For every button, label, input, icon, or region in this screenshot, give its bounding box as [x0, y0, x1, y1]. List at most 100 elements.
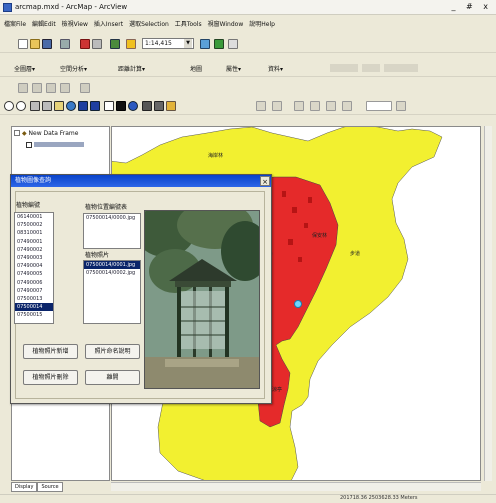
fixed-zoom-in-icon[interactable]	[30, 101, 40, 111]
status-bar	[0, 494, 496, 503]
draw-tool-5-icon[interactable]	[326, 101, 336, 111]
photo-list[interactable]: 07500014/0001.jpg 07500014/0002.jpg	[83, 260, 141, 324]
feature-patch	[308, 197, 312, 203]
window-controls[interactable]: _ # x	[451, 2, 492, 11]
rotate-tool-icon[interactable]	[60, 83, 70, 93]
save-icon[interactable]	[42, 39, 52, 49]
plant-id-item[interactable]: 07500002	[15, 221, 53, 229]
tab-source[interactable]: Source	[37, 482, 63, 492]
draw-tool-2-icon[interactable]	[272, 101, 282, 111]
add-photo-button[interactable]: 植物照片新增	[23, 344, 78, 359]
open-folder-icon[interactable]	[30, 39, 40, 49]
draw-tool-4-icon[interactable]	[310, 101, 320, 111]
location-item[interactable]: 07500014/0000.jpg	[84, 214, 140, 222]
menu-selection[interactable]: 選取Selection	[129, 19, 169, 31]
font-color-icon[interactable]	[396, 101, 406, 111]
draw-tool-3-icon[interactable]	[294, 101, 304, 111]
dropdown-map[interactable]: 地圖	[190, 64, 202, 73]
rename-photo-button[interactable]: 照片命名說明	[85, 344, 140, 359]
sketch-tool-icon[interactable]	[32, 83, 42, 93]
forward-extent-icon[interactable]	[90, 101, 100, 111]
chevron-down-icon[interactable]: ▼	[184, 39, 192, 48]
collapse-icon[interactable]	[14, 130, 20, 136]
photo-item[interactable]: 07500014/0001.jpg	[84, 261, 140, 269]
plant-id-item[interactable]: 07490007	[15, 287, 53, 295]
full-extent-icon[interactable]	[66, 101, 76, 111]
dropdown-data[interactable]: 資料▾	[268, 64, 283, 73]
feature-patch	[282, 191, 286, 197]
attributes-tool-icon[interactable]	[80, 83, 90, 93]
layer-checkbox[interactable]	[26, 141, 32, 148]
edit-tool-icon[interactable]	[18, 83, 28, 93]
select-features-icon[interactable]	[104, 101, 114, 111]
plant-id-item[interactable]: 06140001	[15, 213, 53, 221]
back-extent-icon[interactable]	[78, 101, 88, 111]
menu-edit[interactable]: 編輯Edit	[32, 19, 56, 31]
close-icon[interactable]: ×	[260, 176, 270, 186]
plant-id-item[interactable]: 07490005	[15, 270, 53, 278]
feature-patch	[298, 257, 302, 262]
menu-window[interactable]: 視窗Window	[208, 19, 244, 31]
standard-toolbar: 1:14,415 ▼	[0, 36, 496, 53]
menu-help[interactable]: 說明Help	[249, 19, 275, 31]
pan-icon[interactable]	[54, 101, 64, 111]
tab-display[interactable]: Display	[11, 482, 38, 492]
dropdown-layers[interactable]: 全圖層▾	[14, 64, 35, 73]
toolbar-button-a[interactable]	[330, 64, 358, 72]
measure-icon[interactable]	[154, 101, 164, 111]
split-tool-icon[interactable]	[46, 83, 56, 93]
editor-icon[interactable]	[200, 39, 210, 49]
feature-patch	[292, 207, 297, 213]
location-list[interactable]: 07500014/0000.jpg	[83, 213, 141, 249]
copy-icon[interactable]	[92, 39, 102, 49]
plant-id-item[interactable]: 07500015	[15, 311, 53, 319]
select-elements-icon[interactable]	[116, 101, 126, 111]
tools-toolbar	[0, 98, 496, 115]
toolbar-button-c[interactable]	[384, 64, 418, 72]
plant-id-item[interactable]: 07490002	[15, 246, 53, 254]
photo-item[interactable]: 07500014/0002.jpg	[84, 269, 140, 277]
draw-tool-1-icon[interactable]	[256, 101, 266, 111]
plant-id-item[interactable]: 07490003	[15, 254, 53, 262]
dialog-title: 植物圖像查詢	[11, 175, 271, 187]
arctoolbox-icon[interactable]	[214, 39, 224, 49]
coordinate-readout: 201718.36 2503628.33 Meters	[340, 495, 418, 501]
new-file-icon[interactable]	[18, 39, 28, 49]
map-horizontal-scrollbar[interactable]	[111, 482, 481, 491]
plant-id-item[interactable]: 07500013	[15, 295, 53, 303]
dropdown-distance[interactable]: 距離計算▾	[118, 64, 145, 73]
whats-this-icon[interactable]	[228, 39, 238, 49]
zoom-out-icon[interactable]	[16, 101, 26, 111]
hyperlink-icon[interactable]	[166, 101, 176, 111]
print-icon[interactable]	[60, 39, 70, 49]
exit-button[interactable]: 離開	[85, 370, 140, 385]
plant-id-item[interactable]: 07490001	[15, 238, 53, 246]
identify-icon[interactable]	[128, 101, 138, 111]
menu-tools[interactable]: 工具Tools	[175, 19, 202, 31]
plant-id-item[interactable]: 07490004	[15, 262, 53, 270]
zoom-in-icon[interactable]	[4, 101, 14, 111]
draw-tool-6-icon[interactable]	[342, 101, 352, 111]
plant-id-item[interactable]: 07490006	[15, 279, 53, 287]
plant-id-list[interactable]: 06140001 07500002 08310001 07490001 07490002…	[14, 212, 54, 324]
cut-icon[interactable]	[80, 39, 90, 49]
toc-layer[interactable]	[26, 141, 84, 148]
selected-location-marker	[294, 300, 302, 308]
font-size-field[interactable]	[366, 101, 392, 111]
toc-tabs: Display Source	[11, 482, 110, 492]
map-vertical-scrollbar[interactable]	[484, 126, 492, 481]
menu-insert[interactable]: 插入Insert	[94, 19, 123, 31]
plant-id-item[interactable]: 07500014	[15, 303, 53, 312]
fixed-zoom-out-icon[interactable]	[42, 101, 52, 111]
delete-photo-button[interactable]: 植物照片刪除	[23, 370, 78, 385]
dropdown-spatial[interactable]: 空間分析▾	[60, 64, 87, 73]
undo-icon[interactable]	[110, 39, 120, 49]
plant-id-item[interactable]: 08310001	[15, 229, 53, 237]
add-data-icon[interactable]	[126, 39, 136, 49]
find-icon[interactable]	[142, 101, 152, 111]
menu-view[interactable]: 檢視View	[62, 19, 88, 31]
menu-file[interactable]: 檔案File	[4, 19, 26, 31]
dropdown-attributes[interactable]: 屬性▾	[226, 64, 241, 73]
toc-data-frame[interactable]: ◆ New Data Frame	[22, 130, 78, 137]
toolbar-button-b[interactable]	[362, 64, 380, 72]
